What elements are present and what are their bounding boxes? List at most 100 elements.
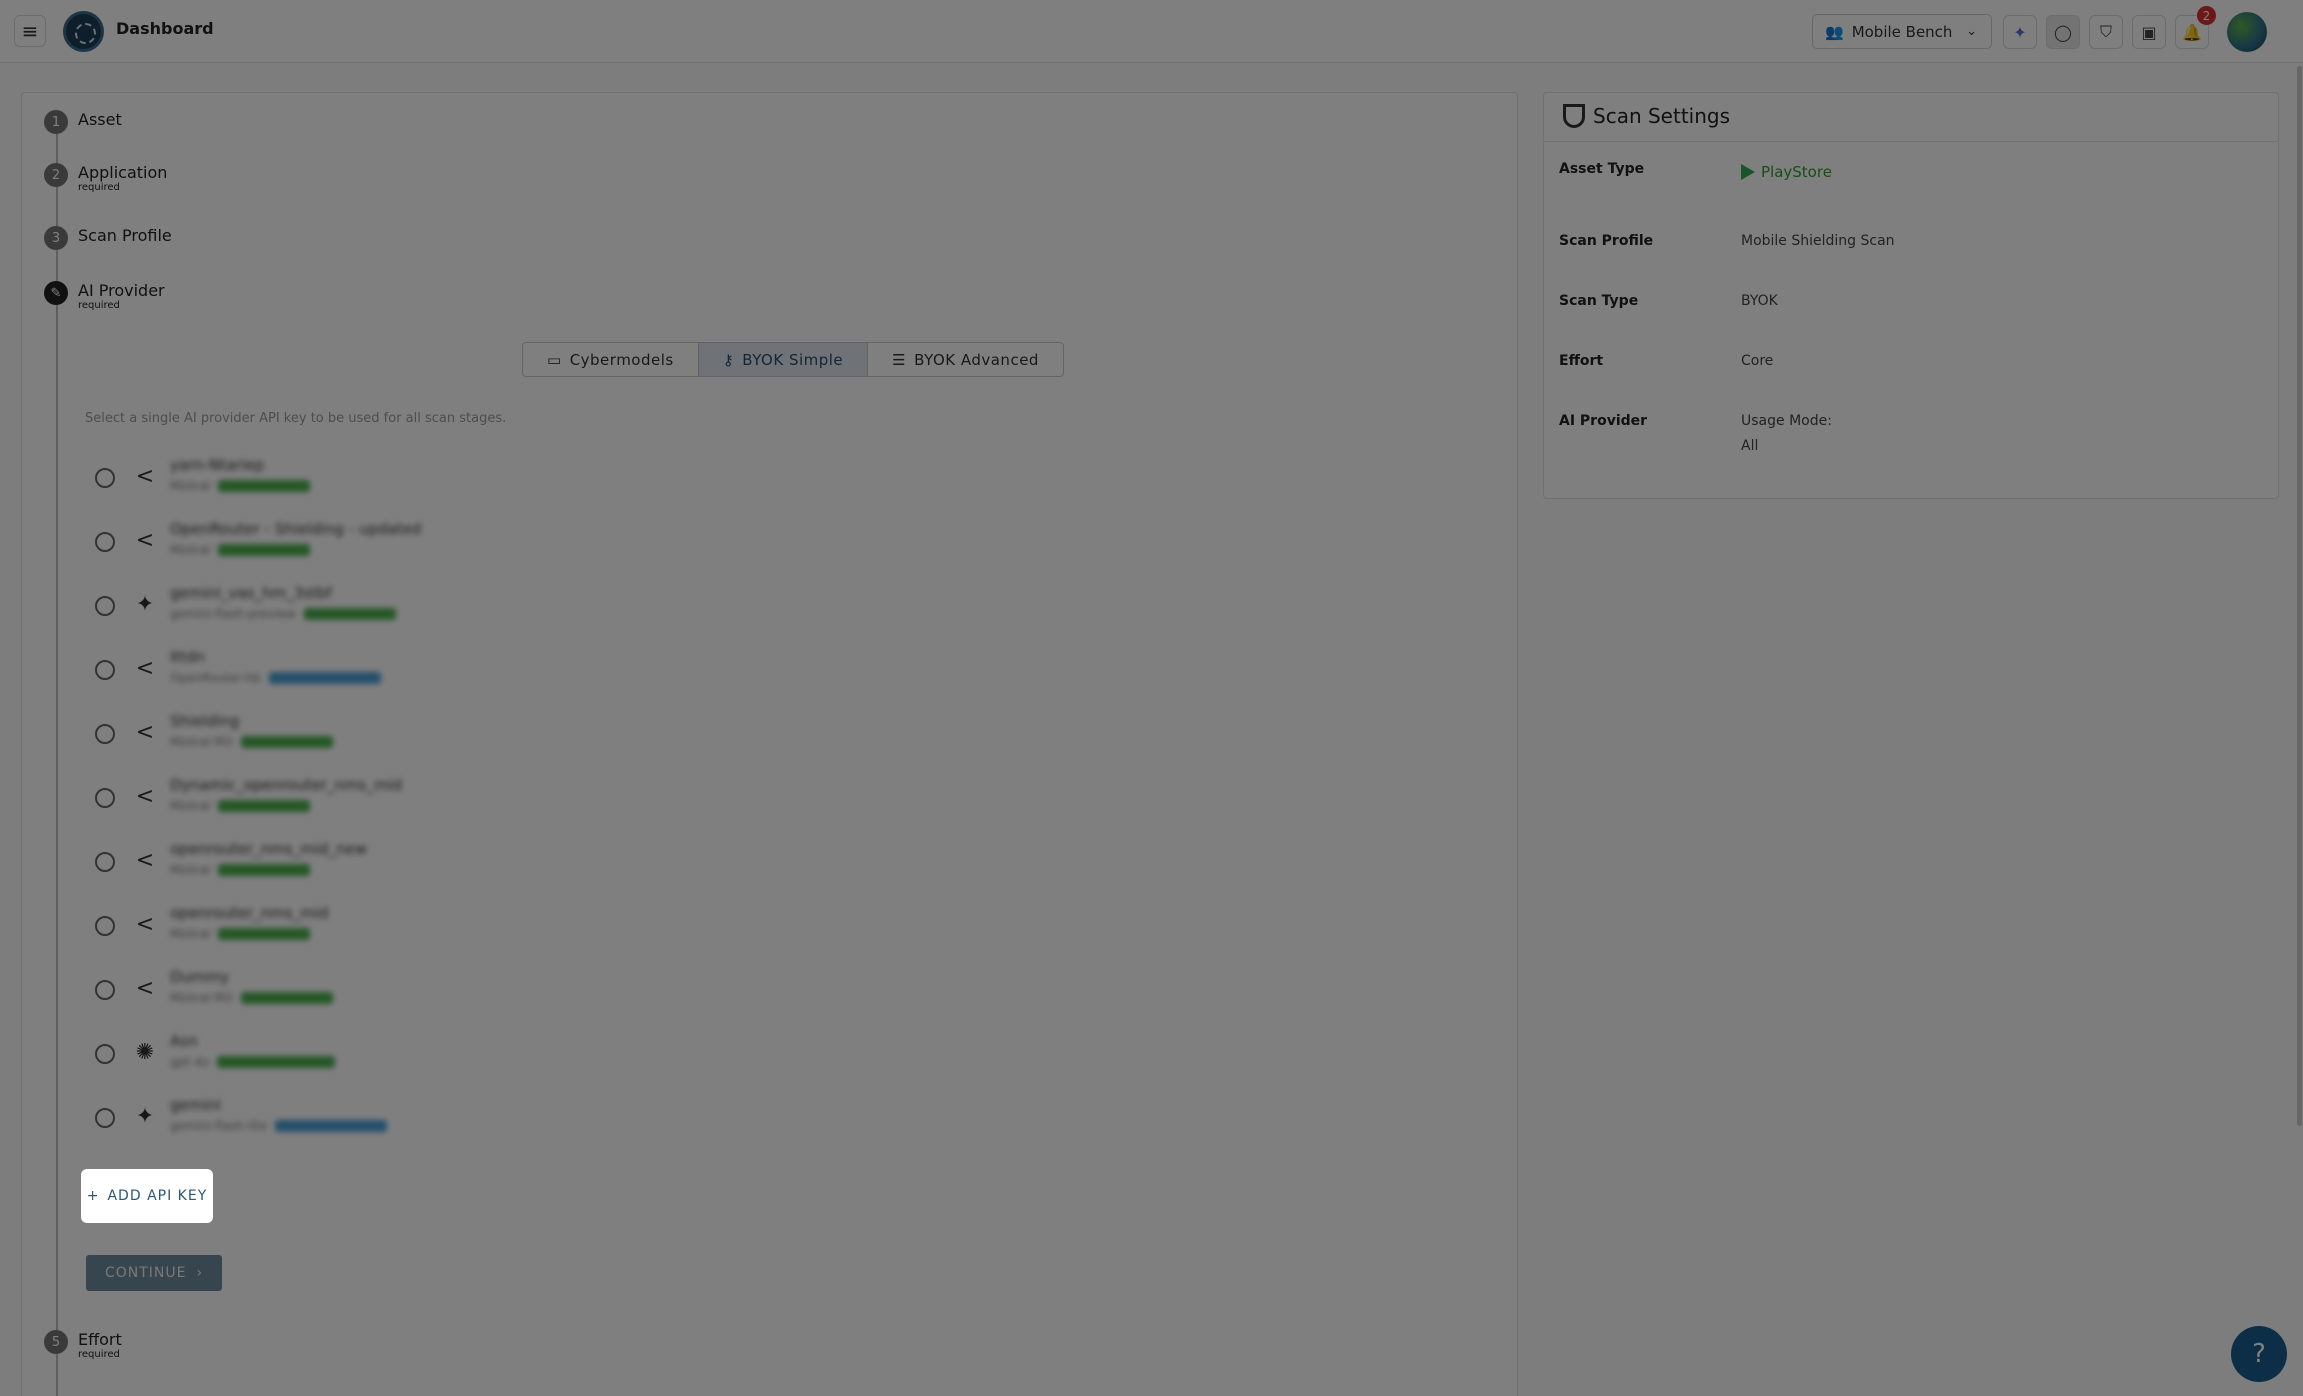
key-meta: Mistral [170, 543, 311, 557]
effort-label: Effort [1559, 353, 1604, 369]
scan-profile-label: Scan Profile [1559, 233, 1654, 249]
add-api-key-button[interactable]: + ADD API KEY [81, 1169, 213, 1223]
sparkle-icon: ✦ [135, 1103, 155, 1129]
key-meta: gemini-flash-lite [170, 1119, 388, 1133]
shield-icon [1563, 104, 1585, 128]
continue-button[interactable]: CONTINUE › [86, 1255, 222, 1291]
chat-icon[interactable]: ◯ [2046, 15, 2080, 49]
step-asset[interactable]: 1 Asset [44, 110, 122, 134]
chevron-down-icon: ⌄ [1966, 24, 1977, 39]
scan-settings-panel [1543, 92, 2279, 499]
edit-icon: ✎ [44, 281, 68, 305]
key-name: Shielding [170, 712, 240, 730]
share-icon: < [135, 655, 155, 681]
openai-icon: ✺ [135, 1039, 155, 1065]
scan-settings-header: Scan Settings [1563, 104, 1730, 128]
app-logo[interactable] [63, 11, 104, 52]
api-key-option[interactable]: ✦ gemini_vas_hm_3stbf gemini-flash-previ… [95, 580, 695, 636]
key-meta: Mistral [170, 927, 311, 941]
radio-button[interactable] [95, 468, 115, 488]
ai-sparkle-icon[interactable]: ✦ [2003, 15, 2037, 49]
asset-type-label: Asset Type [1559, 161, 1645, 177]
menu-icon[interactable]: ≡ [14, 15, 46, 47]
api-key-option[interactable]: < Dynamic_openrouter_nms_mid Mistral [95, 772, 695, 828]
api-key-option[interactable]: < Ittdn OpenRouter-hb [95, 644, 695, 700]
step-required: required [78, 300, 120, 311]
api-key-option[interactable]: < openrouter_nms_mid_new Mistral [95, 836, 695, 892]
api-key-option[interactable]: ✦ gemini gemini-flash-lite [95, 1092, 695, 1148]
radio-button[interactable] [95, 660, 115, 680]
step-label: Effort [78, 1330, 122, 1349]
key-meta: Mistral [170, 479, 311, 493]
key-meta: Mistral [170, 863, 311, 877]
step-label: AI Provider [78, 281, 165, 300]
key-meta: gemini-flash-preview [170, 607, 396, 621]
tab-label: BYOK Simple [742, 350, 844, 369]
step-application[interactable]: 2 Application required [44, 163, 167, 193]
divider [1543, 141, 2279, 142]
tab-label: Cybermodels [569, 350, 674, 369]
tab-cybermodels[interactable]: ▭ Cybermodels [523, 343, 699, 376]
stepper-line [56, 120, 58, 1396]
share-icon: < [135, 463, 155, 489]
shield-icon[interactable]: ⛉ [2089, 15, 2123, 49]
key-name: gemini_vas_hm_3stbf [170, 584, 332, 602]
share-icon: < [135, 847, 155, 873]
scrollbar[interactable] [2297, 66, 2302, 1126]
share-icon: < [135, 719, 155, 745]
asset-type-text: PlayStore [1761, 163, 1832, 181]
ai-provider-usage-value: All [1741, 438, 1759, 454]
radio-button[interactable] [95, 852, 115, 872]
key-name: openrouter_nms_mid [170, 904, 329, 922]
api-key-option[interactable]: < openrouter_nms_mid Mistral [95, 900, 695, 956]
avatar[interactable] [2227, 12, 2267, 52]
step-number: 1 [44, 110, 68, 134]
key-name: openrouter_nms_mid_new [170, 840, 367, 858]
step-number: 5 [44, 1330, 68, 1354]
api-key-option[interactable]: < OpenRouter - Shielding - updated Mistr… [95, 516, 695, 572]
step-ai-provider[interactable]: ✎ AI Provider required [44, 281, 165, 311]
team-icon: 👥 [1825, 22, 1844, 41]
radio-button[interactable] [95, 916, 115, 936]
provider-hint: Select a single AI provider API key to b… [85, 411, 507, 426]
team-selector[interactable]: 👥 Mobile Bench ⌄ [1812, 14, 1992, 49]
ai-provider-usage-mode: Usage Mode: [1741, 413, 1832, 429]
scan-settings-title: Scan Settings [1593, 104, 1731, 128]
badge-icon[interactable]: ▣ [2132, 15, 2166, 49]
help-button[interactable]: ? [2231, 1326, 2287, 1382]
radio-button[interactable] [95, 1108, 115, 1128]
key-meta: Mistral-M3 [170, 991, 333, 1005]
api-key-option[interactable]: ✺ Asn gpt-4o [95, 1028, 695, 1084]
api-key-option[interactable]: < yarn-Ntariep Mistral [95, 452, 695, 508]
api-key-option[interactable]: < Dummy Mistral-M3 [95, 964, 695, 1020]
radio-button[interactable] [95, 788, 115, 808]
share-icon: < [135, 975, 155, 1001]
plus-icon: + [86, 1188, 100, 1204]
tab-byok-advanced[interactable]: ☰ BYOK Advanced [868, 343, 1063, 376]
step-label: Asset [78, 110, 122, 129]
tab-byok-simple[interactable]: ⚷ BYOK Simple [698, 343, 869, 376]
radio-button[interactable] [95, 980, 115, 1000]
step-scan-profile[interactable]: 3 Scan Profile [44, 226, 172, 250]
scan-profile-value: Mobile Shielding Scan [1741, 233, 1895, 249]
effort-value: Core [1741, 353, 1774, 369]
add-api-key-label: ADD API KEY [107, 1188, 208, 1204]
step-required: required [78, 1349, 120, 1360]
radio-button[interactable] [95, 1044, 115, 1064]
key-name: OpenRouter - Shielding - updated [170, 520, 422, 538]
scan-type-label: Scan Type [1559, 293, 1639, 309]
radio-button[interactable] [95, 596, 115, 616]
step-effort[interactable]: 5 Effort required [44, 1330, 122, 1360]
key-meta: OpenRouter-hb [170, 671, 381, 685]
api-key-option[interactable]: < Shielding Mistral-M3 [95, 708, 695, 764]
page-title: Dashboard [116, 19, 214, 38]
asset-type-value: PlayStore [1741, 163, 1832, 181]
ai-provider-label: AI Provider [1559, 413, 1648, 429]
key-icon: ⚷ [722, 350, 735, 369]
radio-button[interactable] [95, 724, 115, 744]
key-meta: gpt-4o [170, 1055, 336, 1069]
share-icon: < [135, 527, 155, 553]
radio-button[interactable] [95, 532, 115, 552]
provider-mode-toggle: ▭ Cybermodels ⚷ BYOK Simple ☰ BYOK Advan… [522, 342, 1064, 377]
team-name: Mobile Bench [1851, 22, 1953, 41]
